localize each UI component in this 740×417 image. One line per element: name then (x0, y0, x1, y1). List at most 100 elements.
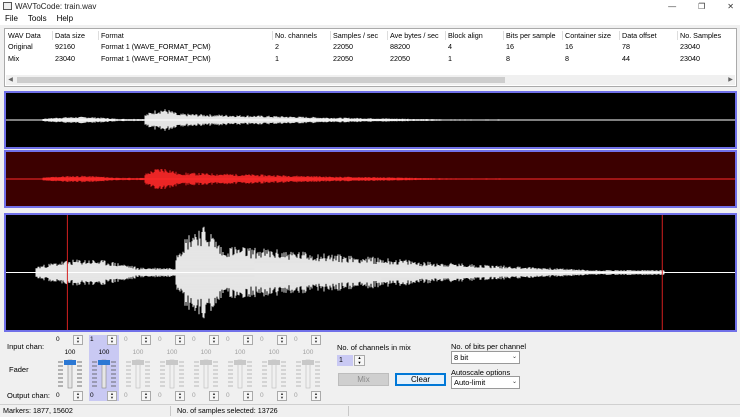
original-waveform-panel[interactable] (4, 91, 737, 149)
mix-channels-spinner[interactable]: 1 ▲ ▼ (337, 355, 367, 366)
spin-down-icon[interactable]: ▼ (244, 396, 252, 400)
output-chan-spinner-value[interactable]: 0 (55, 391, 72, 401)
fader-thumb[interactable] (200, 360, 212, 365)
mix-waveform-panel[interactable] (4, 150, 737, 208)
output-chan-spinner[interactable]: 0 ▲ ▼ (225, 391, 255, 401)
output-chan-spinner[interactable]: 0 ▲ ▼ (55, 391, 85, 401)
input-chan-spinner-value[interactable]: 0 (191, 335, 208, 345)
close-button[interactable]: ✕ (727, 0, 734, 13)
column-divider[interactable] (52, 31, 53, 40)
minimize-button[interactable]: — (668, 0, 676, 13)
input-chan-spinner-value[interactable]: 1 (89, 335, 106, 345)
input-chan-spinner[interactable]: 0 ▲ ▼ (225, 335, 255, 345)
restore-button[interactable]: ❐ (698, 0, 705, 13)
output-chan-spinner[interactable]: 0 ▲ ▼ (157, 391, 187, 401)
column-header[interactable]: Samples / sec (333, 30, 378, 41)
output-chan-spinner[interactable]: 0 ▲ ▼ (89, 391, 119, 401)
spin-down-icon[interactable]: ▼ (244, 340, 252, 344)
output-chan-spinner-value[interactable]: 0 (191, 391, 208, 401)
column-divider[interactable] (503, 31, 504, 40)
spin-down-icon[interactable]: ▼ (210, 340, 218, 344)
column-header[interactable]: WAV Data (8, 30, 41, 41)
fader-thumb[interactable] (302, 360, 314, 365)
fader-slider[interactable] (261, 359, 287, 389)
output-chan-spinner-value[interactable]: 0 (89, 391, 106, 401)
menu-file[interactable]: File (5, 13, 18, 25)
column-divider[interactable] (98, 31, 99, 40)
column-header[interactable]: Ave bytes / sec (390, 30, 439, 41)
column-divider[interactable] (272, 31, 273, 40)
input-chan-spinner-value[interactable]: 0 (157, 335, 174, 345)
spin-down-icon[interactable]: ▼ (142, 396, 150, 400)
fader-slider[interactable] (159, 359, 185, 389)
spin-down-icon[interactable]: ▼ (108, 396, 116, 400)
mix-channels-value[interactable]: 1 (337, 355, 353, 366)
fader-thumb[interactable] (234, 360, 246, 365)
column-divider[interactable] (387, 31, 388, 40)
input-chan-spinner[interactable]: 0 ▲ ▼ (55, 335, 85, 345)
spin-down-icon[interactable]: ▼ (278, 396, 286, 400)
fader-slider[interactable] (193, 359, 219, 389)
column-header[interactable]: Format (101, 30, 124, 41)
column-divider[interactable] (677, 31, 678, 40)
scroll-left-icon[interactable]: ◀ (6, 75, 15, 85)
output-chan-spinner[interactable]: 0 ▲ ▼ (259, 391, 289, 401)
fader-slider[interactable] (295, 359, 321, 389)
spin-down-icon[interactable]: ▼ (312, 396, 320, 400)
column-divider[interactable] (619, 31, 620, 40)
output-chan-spinner-value[interactable]: 0 (157, 391, 174, 401)
output-chan-spinner-value[interactable]: 0 (123, 391, 140, 401)
table-row[interactable]: Mix 23040 Format 1 (WAVE_FORMAT_PCM) 1 22050… (5, 53, 736, 64)
bits-select[interactable]: 8 bit ⌄ (451, 351, 520, 364)
input-chan-spinner[interactable]: 0 ▲ ▼ (157, 335, 187, 345)
column-header[interactable]: Bits per sample (506, 30, 556, 41)
menu-help[interactable]: Help (57, 13, 73, 25)
fader-thumb[interactable] (166, 360, 178, 365)
table-row[interactable]: Original 92160 Format 1 (WAVE_FORMAT_PCM) 2… (5, 41, 736, 52)
input-chan-spinner[interactable]: 1 ▲ ▼ (89, 335, 119, 345)
fader-slider[interactable] (227, 359, 253, 389)
column-divider[interactable] (562, 31, 563, 40)
fader-slider[interactable] (125, 359, 151, 389)
input-chan-spinner-value[interactable]: 0 (259, 335, 276, 345)
spin-down-icon[interactable]: ▼ (312, 340, 320, 344)
spin-down-icon[interactable]: ▼ (210, 396, 218, 400)
spin-down-icon[interactable]: ▼ (176, 340, 184, 344)
column-header[interactable]: Container size (565, 30, 611, 41)
fader-slider[interactable] (91, 359, 117, 389)
fader-thumb[interactable] (64, 360, 76, 365)
column-divider[interactable] (330, 31, 331, 40)
output-chan-spinner-value[interactable]: 0 (259, 391, 276, 401)
spin-down-icon[interactable]: ▼ (176, 396, 184, 400)
input-chan-spinner-value[interactable]: 0 (225, 335, 242, 345)
fader-thumb[interactable] (268, 360, 280, 365)
spin-down-icon[interactable]: ▼ (355, 360, 364, 366)
autoscale-select[interactable]: Auto-limit ⌄ (451, 376, 520, 389)
output-chan-spinner[interactable]: 0 ▲ ▼ (191, 391, 221, 401)
spin-down-icon[interactable]: ▼ (142, 340, 150, 344)
column-divider[interactable] (445, 31, 446, 40)
output-chan-spinner-value[interactable]: 0 (293, 391, 310, 401)
output-chan-spinner[interactable]: 0 ▲ ▼ (293, 391, 323, 401)
column-header[interactable]: Data size (55, 30, 85, 41)
input-chan-spinner-value[interactable]: 0 (293, 335, 310, 345)
scroll-right-icon[interactable]: ▶ (726, 75, 735, 85)
horizontal-scrollbar[interactable]: ◀ ▶ (6, 75, 735, 85)
spin-down-icon[interactable]: ▼ (74, 340, 82, 344)
menu-tools[interactable]: Tools (28, 13, 47, 25)
zoom-waveform-panel[interactable] (4, 213, 737, 332)
input-chan-spinner-value[interactable]: 0 (123, 335, 140, 345)
mix-button[interactable]: Mix (338, 373, 389, 386)
output-chan-spinner-value[interactable]: 0 (225, 391, 242, 401)
scrollbar-thumb[interactable] (17, 77, 505, 83)
spin-down-icon[interactable]: ▼ (278, 340, 286, 344)
column-header[interactable]: Block align (448, 30, 483, 41)
fader-thumb[interactable] (132, 360, 144, 365)
input-chan-spinner[interactable]: 0 ▲ ▼ (293, 335, 323, 345)
column-header[interactable]: Data offset (622, 30, 657, 41)
spin-down-icon[interactable]: ▼ (108, 340, 116, 344)
fader-thumb[interactable] (98, 360, 110, 365)
fader-slider[interactable] (57, 359, 83, 389)
output-chan-spinner[interactable]: 0 ▲ ▼ (123, 391, 153, 401)
column-header[interactable]: No. channels (275, 30, 317, 41)
